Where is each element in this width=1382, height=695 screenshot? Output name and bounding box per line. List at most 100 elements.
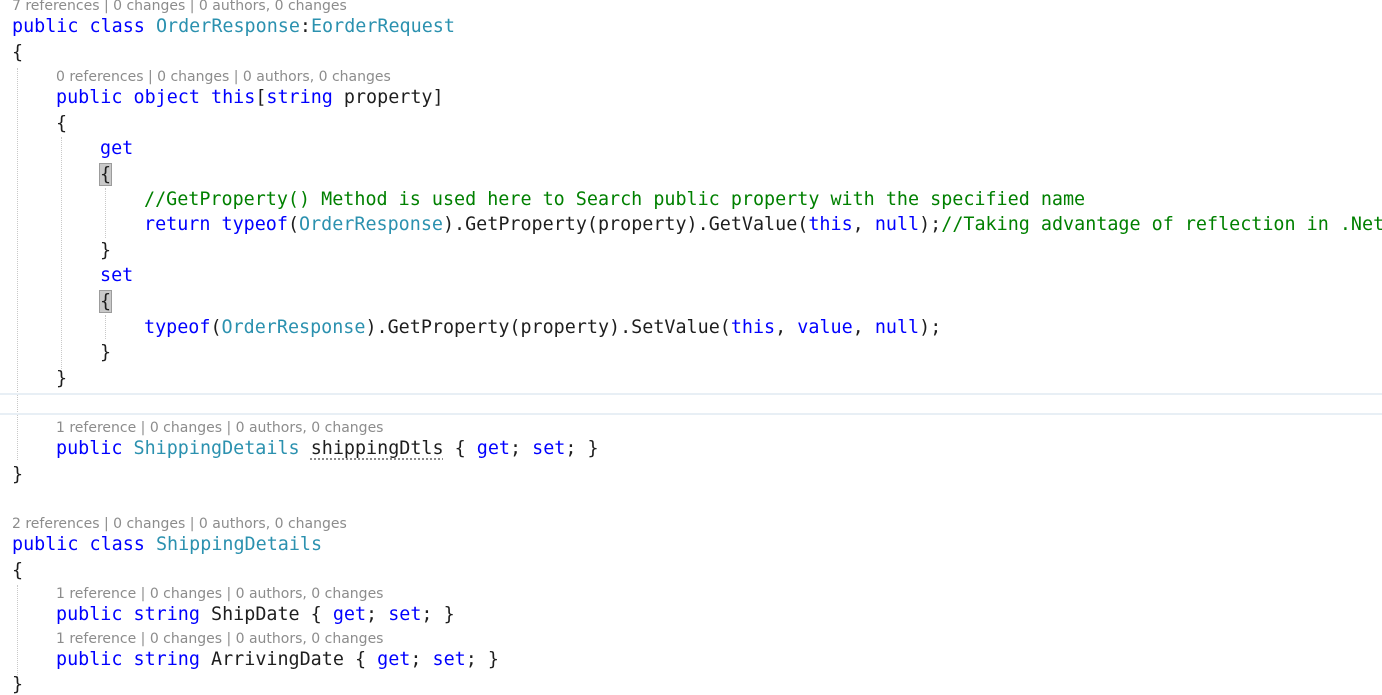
keyword: this	[730, 317, 776, 338]
code-line-brace: {	[98, 289, 113, 315]
method-call: ).GetProperty(property).GetValue(	[442, 214, 809, 235]
keyword: public	[56, 438, 123, 459]
keyword: public	[56, 87, 123, 108]
keyword: class	[89, 16, 145, 37]
brace: }	[100, 240, 112, 261]
keyword: public	[12, 534, 79, 555]
codelens-indexer[interactable]: 0 references | 0 changes | 0 authors, 0 …	[56, 68, 391, 86]
punctuation: [	[255, 87, 267, 108]
keyword: string	[133, 649, 200, 670]
property-name[interactable]: ShipDate	[211, 604, 300, 625]
indent-guide	[61, 137, 62, 369]
code-line-set-value-statement: typeof(OrderResponse).GetProperty(proper…	[144, 315, 941, 341]
class-name[interactable]: OrderResponse	[156, 16, 300, 37]
keyword: null	[874, 214, 920, 235]
code-line-indexer-declaration: public object this[string property]	[56, 85, 444, 111]
keyword: this	[808, 214, 853, 235]
code-line-return-statement: return typeof(OrderResponse).GetProperty…	[144, 212, 1382, 238]
property-name[interactable]: ArrivingDate	[211, 649, 344, 670]
punctuation: ; }	[421, 604, 455, 625]
code-line-brace: {	[12, 558, 23, 584]
keyword: return	[144, 214, 211, 235]
codelens-arriving-date[interactable]: 1 reference | 0 changes | 0 authors, 0 c…	[56, 630, 383, 648]
indent-guide	[17, 585, 18, 677]
punctuation: (	[287, 214, 300, 235]
code-line-brace: }	[12, 672, 23, 695]
code-line-get-accessor: get	[100, 136, 133, 162]
punctuation: );	[919, 214, 942, 235]
codelens-shipping-dtls[interactable]: 1 reference | 0 changes | 0 authors, 0 c…	[56, 419, 383, 437]
base-class-name[interactable]: EorderRequest	[311, 16, 455, 37]
class-name[interactable]: ShippingDetails	[134, 438, 300, 459]
keyword: get	[476, 438, 510, 459]
indent-guide	[105, 188, 106, 238]
keyword: null	[874, 317, 920, 338]
code-line-shipping-details-declaration: public class ShippingDetails	[12, 532, 322, 558]
keyword: class	[89, 534, 145, 555]
keyword: get	[377, 649, 411, 670]
keyword: typeof	[144, 317, 211, 338]
keyword: set	[388, 604, 422, 625]
brace: {	[56, 113, 68, 134]
code-line-comment: //GetProperty() Method is used here to S…	[144, 187, 1085, 213]
punctuation: {	[443, 438, 477, 459]
brace: {	[12, 42, 24, 63]
punctuation: ; }	[565, 438, 599, 459]
keyword: set	[432, 649, 466, 670]
keyword: typeof	[221, 214, 288, 235]
punctuation: ;	[366, 604, 389, 625]
punctuation: {	[343, 649, 378, 670]
code-line-brace: }	[100, 340, 111, 366]
keyword: object	[133, 87, 200, 108]
punctuation: {	[299, 604, 333, 625]
code-line-ship-date-property: public string ShipDate { get; set; }	[56, 602, 455, 628]
keyword: public	[56, 604, 123, 625]
code-line-set-accessor: set	[100, 263, 133, 289]
class-name[interactable]: OrderResponse	[222, 317, 366, 338]
comment: //Taking advantage of reflection in .Net	[941, 214, 1382, 235]
current-line-highlight	[0, 393, 1382, 415]
method-call: ).GetProperty(property).SetValue(	[365, 317, 731, 338]
matched-brace: {	[98, 290, 113, 313]
keyword: string	[266, 87, 333, 108]
code-editor[interactable]: 7 references | 0 changes | 0 authors, 0 …	[0, 0, 1382, 695]
punctuation: );	[919, 317, 942, 338]
keyword: set	[532, 438, 566, 459]
code-line-arriving-date-property: public string ArrivingDate { get; set; }	[56, 647, 499, 673]
brace: {	[12, 560, 24, 581]
punctuation: ,	[775, 317, 798, 338]
keyword: public	[12, 16, 79, 37]
keyword: string	[133, 604, 200, 625]
code-line-brace: {	[12, 40, 23, 66]
keyword: this	[211, 87, 256, 108]
code-line-brace: {	[56, 111, 67, 137]
punctuation: ;	[510, 438, 533, 459]
brace: }	[100, 342, 112, 363]
keyword: set	[100, 265, 134, 286]
punctuation: (	[210, 317, 222, 338]
punctuation: ;	[410, 649, 433, 670]
punctuation: ; }	[465, 649, 499, 670]
codelens-ship-date[interactable]: 1 reference | 0 changes | 0 authors, 0 c…	[56, 585, 383, 603]
keyword: value	[797, 317, 853, 338]
codelens-order-response-class[interactable]: 7 references | 0 changes | 0 authors, 0 …	[12, 0, 347, 15]
code-line-brace: }	[56, 366, 67, 392]
code-line-brace: }	[100, 238, 111, 264]
parameter: property]	[332, 87, 444, 108]
class-name[interactable]: OrderResponse	[299, 214, 443, 235]
class-name[interactable]: ShippingDetails	[156, 534, 322, 555]
comment: //GetProperty() Method is used here to S…	[144, 189, 1086, 210]
code-line-shipping-dtls-property: public ShippingDetails shippingDtls { ge…	[56, 436, 599, 462]
keyword: get	[332, 604, 367, 625]
punctuation: :	[299, 16, 311, 37]
code-line-brace: }	[12, 462, 23, 488]
brace: }	[12, 674, 24, 695]
keyword: public	[56, 649, 123, 670]
property-name-with-suggestion[interactable]: shippingDtls	[311, 438, 444, 459]
code-line-order-response-declaration: public class OrderResponse:EorderRequest	[12, 14, 455, 40]
matched-brace: {	[98, 163, 113, 186]
brace: }	[12, 464, 24, 485]
codelens-shipping-details-class[interactable]: 2 references | 0 changes | 0 authors, 0 …	[12, 515, 347, 533]
brace: }	[56, 368, 68, 389]
code-line-brace: {	[98, 162, 113, 188]
